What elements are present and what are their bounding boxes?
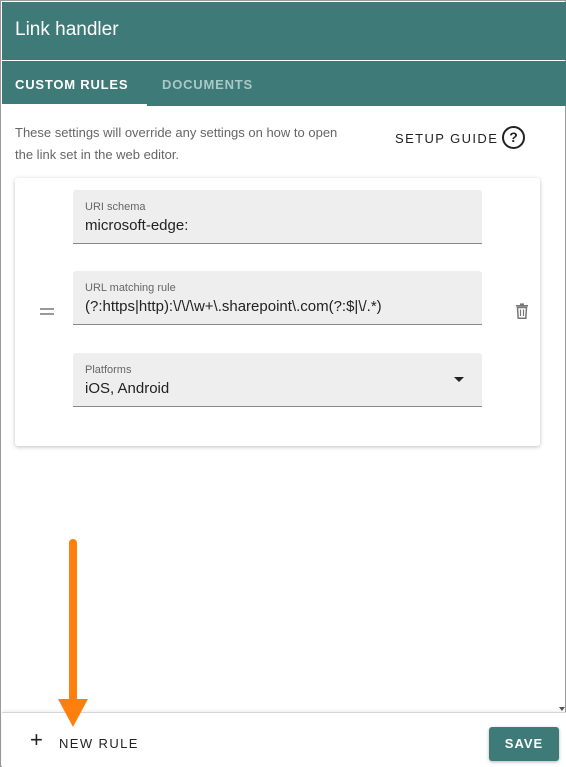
save-button[interactable]: SAVE (489, 727, 559, 761)
new-rule-label: NEW RULE (59, 736, 139, 751)
drag-handle-icon[interactable] (40, 308, 54, 316)
uri-schema-value: microsoft-edge: (85, 217, 189, 234)
uri-schema-field[interactable]: URI schema microsoft-edge: (73, 190, 482, 244)
override-hint-text: These settings will override any setting… (15, 125, 338, 162)
custom-rule-card: URI schema microsoft-edge: URL matching … (15, 178, 540, 446)
tab-documents-label: DOCUMENTS (162, 77, 253, 92)
setup-guide-label: SETUP GUIDE (395, 131, 499, 146)
annotation-arrow-icon (58, 539, 88, 727)
tab-custom-rules[interactable]: CUSTOM RULES (2, 61, 147, 106)
title-bar: Link handler (2, 2, 566, 60)
platforms-value: iOS, Android (85, 380, 170, 397)
scroll-down-arrow-icon[interactable] (559, 707, 565, 711)
plus-icon: + (30, 727, 43, 752)
url-matching-rule-value: (?:https|http):\/\/\w+\.sharepoint\.com(… (85, 298, 382, 315)
platforms-label: Platforms (85, 364, 132, 376)
trash-icon[interactable] (515, 303, 529, 319)
tab-documents[interactable]: DOCUMENTS (162, 61, 253, 106)
active-tab-indicator (2, 104, 147, 106)
chevron-down-icon (454, 377, 464, 382)
link-handler-window: Link handler CUSTOM RULES DOCUMENTS Thes… (0, 0, 566, 767)
tab-custom-rules-label: CUSTOM RULES (15, 77, 129, 92)
uri-schema-label: URI schema (85, 201, 146, 213)
url-matching-rule-label: URL matching rule (85, 282, 176, 294)
url-matching-rule-field[interactable]: URL matching rule (?:https|http):\/\/\w+… (73, 271, 482, 325)
platforms-select[interactable]: Platforms iOS, Android (73, 353, 482, 407)
window-title: Link handler (15, 19, 119, 40)
tab-bar: CUSTOM RULES DOCUMENTS (2, 61, 566, 106)
help-circle-icon: ? (502, 126, 525, 149)
scrollbar[interactable] (559, 107, 566, 711)
